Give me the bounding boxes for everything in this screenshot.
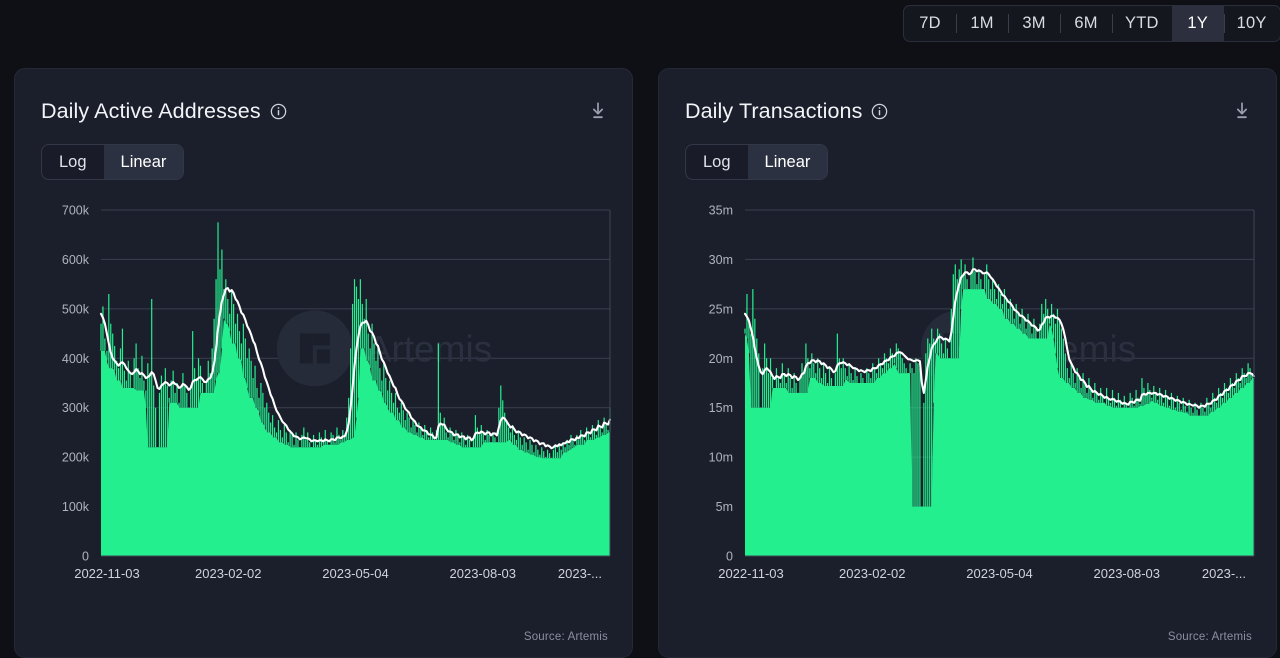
source-note: Source: Artemis	[1168, 631, 1252, 643]
x-axis-tick-label: 2023-05-04	[966, 566, 1033, 581]
range-option-10y[interactable]: 10Y	[1224, 6, 1280, 41]
y-axis-tick-label: 400k	[62, 352, 90, 366]
info-circle-icon[interactable]	[871, 103, 888, 120]
page-title: Daily Transactions	[685, 99, 862, 124]
x-axis-tick-label: 2023-...	[558, 566, 602, 581]
plot-area-daily-transactions: 05m10m15m20m25m30m35mArtemis2022-11-0320…	[659, 198, 1276, 608]
x-axis-tick-label: 2023-08-03	[1094, 566, 1161, 581]
watermark-text: Artemis	[367, 328, 492, 369]
scale-option-log[interactable]: Log	[42, 145, 104, 179]
y-axis-tick-label: 10m	[709, 451, 733, 465]
y-axis-tick-label: 25m	[709, 302, 733, 316]
x-axis-tick-label: 2022-11-03	[718, 566, 784, 581]
chart-card-daily-transactions: Daily Transactions LogLinear 0 5m 10m 15m 20…	[658, 68, 1277, 658]
scale-option-linear[interactable]: Linear	[748, 145, 828, 179]
dashboard-page: 7D1M3M6MYTD1Y10Y Daily Active Addresses …	[0, 0, 1280, 658]
x-axis-tick-label: 2023-...	[1202, 566, 1246, 581]
scale-option-linear[interactable]: Linear	[104, 145, 184, 179]
chart-canvas[interactable]: 0 100k 200k 300k 400k 500k 600k 700k Artemis 2022…	[15, 198, 633, 608]
scale-toggle-daily-transactions[interactable]: LogLinear	[685, 144, 828, 180]
x-axis-tick-label: 2022-11-03	[74, 566, 140, 581]
chart-card-daily-active-addresses: Daily Active Addresses LogLinear 0 100k 20…	[14, 68, 633, 658]
y-axis-tick-label: 5m	[716, 500, 733, 514]
x-axis-tick-label: 2023-05-04	[322, 566, 389, 581]
y-axis-tick-label: 700k	[62, 204, 90, 218]
y-axis-tick-label: 0	[82, 550, 89, 564]
y-axis-tick-label: 15m	[709, 401, 733, 415]
info-circle-icon[interactable]	[270, 103, 287, 120]
card-header: Daily Transactions	[659, 69, 1276, 124]
y-axis-tick-label: 30m	[709, 253, 733, 267]
y-axis-tick-label: 600k	[62, 253, 90, 267]
range-option-6m[interactable]: 6M	[1060, 6, 1112, 41]
card-title-row: Daily Transactions	[685, 99, 1250, 124]
range-option-ytd[interactable]: YTD	[1112, 6, 1172, 41]
source-note: Source: Artemis	[524, 631, 608, 643]
y-axis-tick-label: 300k	[62, 401, 90, 415]
watermark: Artemis	[277, 310, 492, 386]
card-title-row: Daily Active Addresses	[41, 99, 606, 124]
range-option-7d[interactable]: 7D	[904, 6, 956, 41]
x-axis-tick-label: 2023-02-02	[195, 566, 262, 581]
y-axis-tick-label: 35m	[709, 204, 733, 218]
plot-area-daily-active-addresses: 0 100k 200k 300k 400k 500k 600k 700k Artemis 2022…	[15, 198, 632, 608]
page-title: Daily Active Addresses	[41, 99, 261, 124]
range-option-1m[interactable]: 1M	[956, 6, 1008, 41]
y-axis-tick-label: 0	[726, 550, 733, 564]
area-fill	[745, 289, 1254, 556]
card-header: Daily Active Addresses	[15, 69, 632, 124]
x-axis-tick-label: 2023-08-03	[450, 566, 517, 581]
time-range-selector[interactable]: 7D1M3M6MYTD1Y10Y	[903, 5, 1280, 42]
download-icon[interactable]	[1232, 101, 1252, 121]
chart-canvas[interactable]: 05m10m15m20m25m30m35mArtemis2022-11-0320…	[659, 198, 1277, 608]
download-icon[interactable]	[588, 101, 608, 121]
x-axis-tick-label: 2023-02-02	[839, 566, 906, 581]
y-axis-tick-label: 200k	[62, 451, 90, 465]
scale-option-log[interactable]: Log	[686, 145, 748, 179]
range-option-3m[interactable]: 3M	[1008, 6, 1060, 41]
y-axis-tick-label: 100k	[62, 500, 90, 514]
y-axis-tick-label: 500k	[62, 302, 90, 316]
range-option-1y[interactable]: 1Y	[1172, 6, 1224, 41]
scale-toggle-daily-active-addresses[interactable]: LogLinear	[41, 144, 184, 180]
y-axis-tick-label: 20m	[709, 352, 733, 366]
